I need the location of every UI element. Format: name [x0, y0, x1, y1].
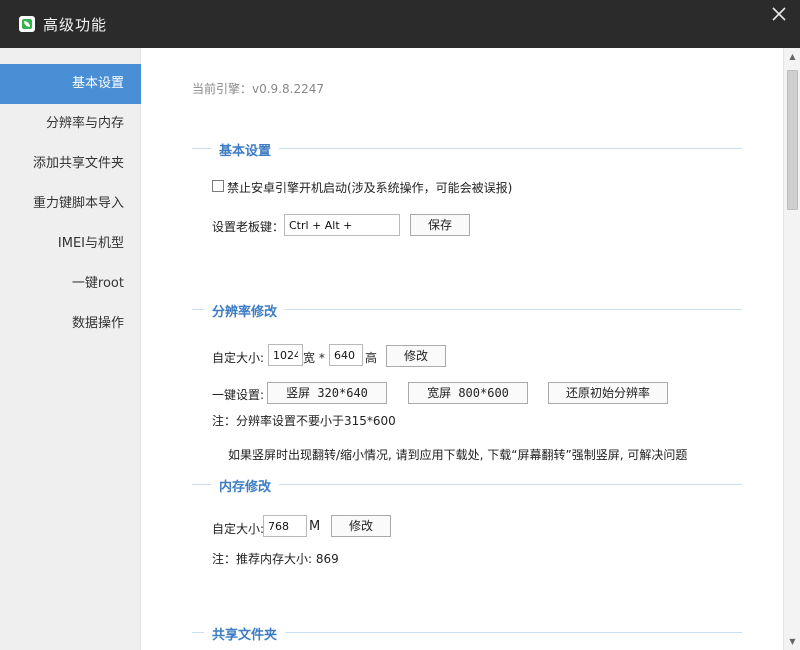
- resolution-tip: 如果竖屏时出现翻转/缩小情况, 请到应用下载处, 下载“屏幕翻转”强制竖屏, 可…: [228, 448, 688, 462]
- memory-unit: M: [309, 519, 321, 534]
- save-button[interactable]: 保存: [410, 214, 470, 236]
- oneclick-label: 一键设置:: [212, 388, 265, 402]
- resolution-custom-label: 自定大小:: [212, 351, 265, 365]
- scroll-up-arrow-icon[interactable]: ▲: [784, 48, 800, 65]
- vertical-scrollbar[interactable]: ▲ ▼: [783, 48, 800, 650]
- section-title-memory: 内存修改: [211, 476, 280, 495]
- resolution-width-unit: 宽 *: [303, 351, 325, 365]
- sidebar-item-gravity-script[interactable]: 重力键脚本导入: [0, 184, 141, 224]
- sidebar: 基本设置 分辨率与内存 添加共享文件夹 重力键脚本导入 IMEI与机型 一键ro…: [0, 48, 141, 650]
- landscape-preset-button[interactable]: 宽屏 800*600: [408, 382, 528, 404]
- sidebar-item-shared-folder[interactable]: 添加共享文件夹: [0, 144, 141, 184]
- resolution-height-input[interactable]: [329, 344, 363, 366]
- close-icon[interactable]: [770, 5, 788, 23]
- section-title-basic: 基本设置: [211, 140, 280, 159]
- window-title: 高级功能: [43, 16, 108, 34]
- restore-resolution-button[interactable]: 还原初始分辨率: [548, 382, 668, 404]
- sidebar-item-resolution-memory[interactable]: 分辨率与内存: [0, 104, 141, 144]
- resolution-modify-button[interactable]: 修改: [386, 345, 446, 367]
- sidebar-item-basic-settings[interactable]: 基本设置: [0, 64, 141, 104]
- sidebar-item-data-ops[interactable]: 数据操作: [0, 304, 141, 344]
- boss-key-label: 设置老板键：: [212, 220, 285, 234]
- title-bar: 高级功能: [0, 0, 800, 48]
- scroll-down-arrow-icon[interactable]: ▼: [784, 633, 800, 650]
- section-title-shared: 共享文件夹: [204, 624, 286, 643]
- resolution-note: 注：分辨率设置不要小于315*600: [212, 414, 396, 428]
- disable-autostart-label: 禁止安卓引擎开机启动(涉及系统操作，可能会被误报): [227, 181, 513, 195]
- memory-input[interactable]: [263, 515, 307, 537]
- app-logo-icon: [19, 16, 35, 32]
- memory-modify-button[interactable]: 修改: [331, 515, 391, 537]
- resolution-width-input[interactable]: [268, 344, 303, 366]
- sidebar-item-imei-model[interactable]: IMEI与机型: [0, 224, 141, 264]
- engine-version: 当前引擎：v0.9.8.2247: [192, 82, 324, 96]
- scrollbar-thumb[interactable]: [787, 70, 798, 210]
- disable-autostart-checkbox[interactable]: [212, 180, 224, 192]
- boss-key-input[interactable]: [284, 214, 400, 236]
- resolution-height-unit: 高: [365, 351, 378, 365]
- portrait-preset-button[interactable]: 竖屏 320*640: [267, 382, 387, 404]
- section-title-resolution: 分辨率修改: [204, 301, 286, 320]
- memory-note: 注：推荐内存大小: 869: [212, 552, 339, 566]
- sidebar-item-root[interactable]: 一键root: [0, 264, 141, 304]
- memory-custom-label: 自定大小:: [212, 522, 265, 536]
